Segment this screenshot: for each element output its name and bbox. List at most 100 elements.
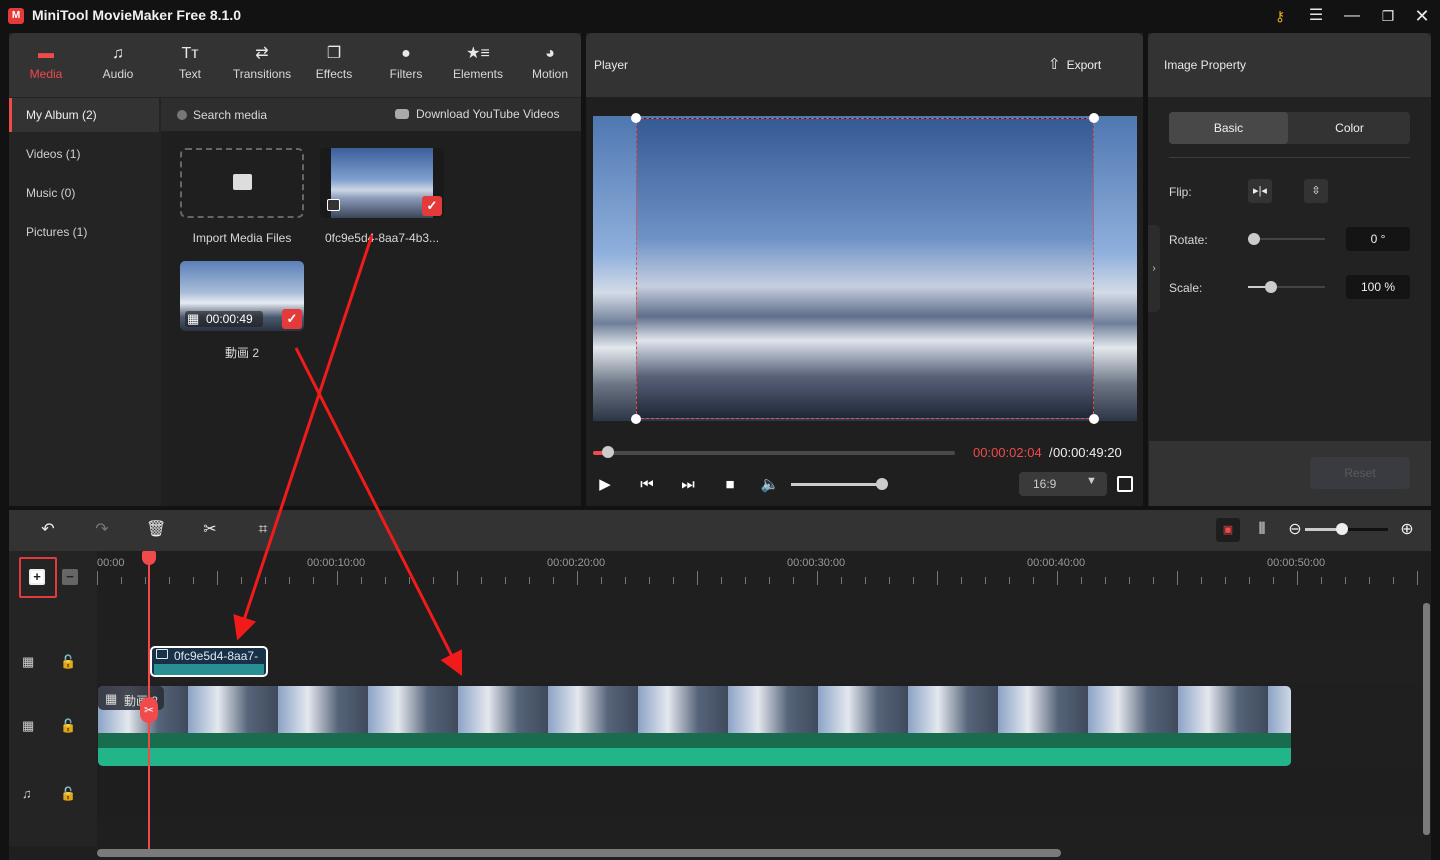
ruler-major-tick: [577, 571, 578, 585]
close-icon[interactable]: ✕: [1410, 5, 1434, 27]
vertical-scrollbar[interactable]: [1423, 603, 1430, 835]
ruler-tick: [985, 577, 986, 584]
rotate-value-input[interactable]: 0 °: [1346, 227, 1410, 251]
ruler-tick: [1273, 577, 1274, 584]
horizontal-scrollbar[interactable]: [97, 849, 1061, 857]
search-input[interactable]: Search media: [193, 108, 267, 122]
key-icon[interactable]: ⚷: [1268, 5, 1292, 27]
tab-effects[interactable]: ❐ Effects: [298, 33, 370, 97]
media-item-image[interactable]: ✓: [320, 148, 444, 218]
lock-open-icon[interactable]: 🔓: [60, 718, 76, 734]
download-youtube-button[interactable]: Download YouTube Videos: [416, 107, 559, 121]
previous-frame-button[interactable]: ⏮: [637, 475, 657, 495]
ruler-label: 00:00:10:00: [307, 557, 366, 569]
menu-icon[interactable]: ☰: [1304, 5, 1328, 27]
ruler-major-tick: [337, 571, 338, 585]
film-icon: ▦: [187, 311, 200, 326]
album-item-videos[interactable]: Videos (1): [9, 137, 159, 171]
volume-handle[interactable]: [876, 478, 888, 490]
ruler-tick: [529, 577, 530, 584]
crop-icon[interactable]: ⌗: [253, 520, 273, 540]
flip-horizontal-icon[interactable]: ▸|◂: [1248, 179, 1272, 203]
split-screen-icon[interactable]: ▣: [1216, 518, 1240, 542]
ruler-label: 00:00:40:00: [1027, 557, 1086, 569]
tab-filters[interactable]: ● Filters: [370, 33, 442, 97]
tab-text[interactable]: Tт Text: [154, 33, 226, 97]
zoom-out-icon[interactable]: ⊖: [1285, 520, 1305, 540]
next-frame-button[interactable]: ⏭: [678, 475, 698, 495]
volume-slider[interactable]: [791, 483, 886, 486]
collapse-panel-button[interactable]: ›: [1148, 225, 1160, 312]
ruler-tick: [745, 577, 746, 584]
image-thumbnail: [331, 148, 433, 218]
ruler-tick: [193, 577, 194, 584]
image-crop-box[interactable]: [636, 118, 1094, 419]
tab-elements[interactable]: ★≡ Elements: [442, 33, 514, 97]
tab-color[interactable]: Color: [1289, 112, 1410, 144]
volume-icon[interactable]: 🔈: [760, 475, 780, 495]
remove-track-icon[interactable]: −: [62, 569, 78, 585]
maximize-icon[interactable]: ❐: [1376, 5, 1400, 27]
media-item-video[interactable]: ▦ 00:00:49 ✓: [180, 261, 304, 331]
album-item-pictures[interactable]: Pictures (1): [9, 215, 159, 249]
export-button[interactable]: ⇧ Export: [1048, 55, 1101, 75]
ruler-tick: [121, 577, 122, 584]
reset-button[interactable]: Reset: [1310, 457, 1410, 489]
scissors-icon[interactable]: ✂: [140, 697, 158, 723]
resize-handle[interactable]: [631, 414, 641, 424]
ruler-tick: [1129, 577, 1130, 584]
tab-motion[interactable]: ◕ Motion: [514, 33, 586, 97]
media-item-name: 動画 2: [224, 346, 259, 360]
tab-media[interactable]: ▬ Media: [10, 33, 82, 97]
ruler-major-tick: [97, 571, 98, 585]
lock-open-icon[interactable]: 🔓: [60, 786, 76, 802]
ruler-label: 00:00:20:00: [547, 557, 606, 569]
zoom-in-icon[interactable]: ⊕: [1397, 520, 1417, 540]
app-logo-icon: M: [8, 8, 24, 24]
redo-icon[interactable]: ↷: [92, 520, 112, 540]
ruler-tick: [1225, 577, 1226, 584]
search-icon: [177, 110, 187, 120]
flip-vertical-icon[interactable]: ⇳: [1304, 179, 1328, 203]
ruler-tick: [433, 577, 434, 584]
resize-handle[interactable]: [1089, 113, 1099, 123]
divider: [1169, 157, 1410, 158]
tab-transitions[interactable]: ⇄ Transitions: [226, 33, 298, 97]
resize-handle[interactable]: [1089, 414, 1099, 424]
playhead-handle[interactable]: [142, 551, 156, 565]
image-track: [97, 641, 1423, 683]
ruler-major-tick: [217, 571, 218, 585]
undo-icon[interactable]: ↶: [38, 520, 58, 540]
tab-audio[interactable]: ♫ Audio: [82, 33, 154, 97]
fit-timeline-icon[interactable]: ⦀: [1252, 520, 1272, 540]
ruler-tick: [865, 577, 866, 584]
lock-open-icon[interactable]: 🔓: [60, 654, 76, 670]
fullscreen-icon[interactable]: [1117, 476, 1133, 492]
stop-button[interactable]: ■: [720, 475, 740, 495]
album-item-my-album[interactable]: My Album (2): [9, 98, 159, 132]
tab-basic[interactable]: Basic: [1169, 112, 1288, 144]
seek-bar[interactable]: [593, 451, 955, 455]
player-title: Player: [594, 58, 629, 72]
film-icon: ▦: [22, 654, 35, 669]
scale-value-input[interactable]: 100 %: [1346, 275, 1410, 299]
rotate-label: Rotate:: [1169, 233, 1208, 247]
video-clip[interactable]: [98, 686, 1291, 766]
minimize-icon[interactable]: —: [1340, 5, 1364, 27]
ruler-major-tick: [1057, 571, 1058, 585]
play-button[interactable]: ▶: [595, 475, 615, 495]
ruler-tick: [913, 577, 914, 584]
film-icon: ▦: [105, 691, 118, 706]
ruler-tick: [649, 577, 650, 584]
ruler-tick: [1009, 577, 1010, 584]
resize-handle[interactable]: [631, 113, 641, 123]
scale-handle[interactable]: [1265, 281, 1277, 293]
timeline-ruler[interactable]: [97, 551, 1423, 591]
rotate-handle[interactable]: [1248, 233, 1260, 245]
ruler-tick: [505, 577, 506, 584]
split-icon[interactable]: ✂: [200, 520, 220, 540]
delete-icon[interactable]: 🗑: [146, 520, 166, 540]
album-item-music[interactable]: Music (0): [9, 176, 159, 210]
ruler-tick: [169, 577, 170, 584]
ruler-tick: [241, 577, 242, 584]
